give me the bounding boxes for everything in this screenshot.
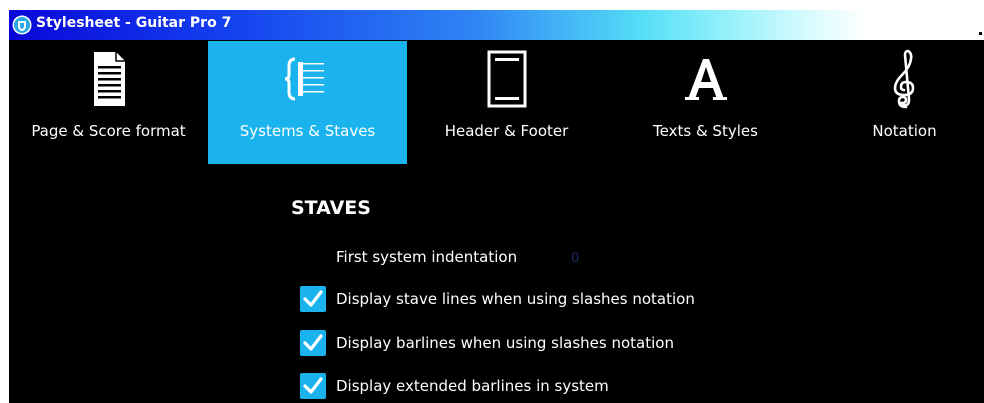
checkbox-checked[interactable] xyxy=(300,373,326,399)
brace-staves-icon xyxy=(278,49,338,109)
checkbox-checked[interactable] xyxy=(300,286,326,312)
option-label: Display barlines when using slashes nota… xyxy=(336,334,674,352)
tab-page-score-format[interactable]: Page & Score format xyxy=(9,41,208,164)
tab-systems-staves[interactable]: Systems & Staves xyxy=(208,41,407,164)
checkmark-icon xyxy=(303,377,323,394)
stylesheet-tab-bar: Page & Score format Systems & Staves Hea… xyxy=(9,41,984,164)
treble-clef-icon xyxy=(875,49,935,109)
letter-a-icon xyxy=(676,49,736,109)
title-bar[interactable]: Stylesheet - Guitar Pro 7 xyxy=(9,10,984,40)
tab-label: Header & Footer xyxy=(444,122,569,140)
section-title: STAVES xyxy=(291,197,371,219)
header-footer-icon xyxy=(477,49,537,109)
tab-label: Page & Score format xyxy=(31,122,186,140)
page-document-icon xyxy=(79,49,139,109)
checkmark-icon xyxy=(303,334,323,351)
tab-header-footer[interactable]: Header & Footer xyxy=(407,41,606,164)
window-edge xyxy=(979,32,982,35)
first-system-indentation-input[interactable] xyxy=(529,245,629,271)
checkbox-checked[interactable] xyxy=(300,330,326,356)
option-label: Display extended barlines in system xyxy=(336,377,609,395)
window-title: Stylesheet - Guitar Pro 7 xyxy=(36,15,232,31)
tab-label: Notation xyxy=(872,122,937,140)
checkmark-icon xyxy=(303,290,323,307)
tab-notation[interactable]: Notation xyxy=(805,41,984,164)
stylesheet-window: Stylesheet - Guitar Pro 7 Page & Score f… xyxy=(9,10,984,403)
option-stave-lines-slashes[interactable]: Display stave lines when using slashes n… xyxy=(300,286,860,312)
tab-label: Texts & Styles xyxy=(653,122,758,140)
option-extended-barlines[interactable]: Display extended barlines in system xyxy=(300,373,860,399)
tab-label: Systems & Staves xyxy=(239,122,376,140)
first-system-indentation-label: First system indentation xyxy=(336,248,518,266)
guitar-pro-icon xyxy=(12,15,32,35)
option-label: Display stave lines when using slashes n… xyxy=(336,290,695,308)
option-barlines-slashes[interactable]: Display barlines when using slashes nota… xyxy=(300,330,860,356)
tab-texts-styles[interactable]: Texts & Styles xyxy=(606,41,805,164)
